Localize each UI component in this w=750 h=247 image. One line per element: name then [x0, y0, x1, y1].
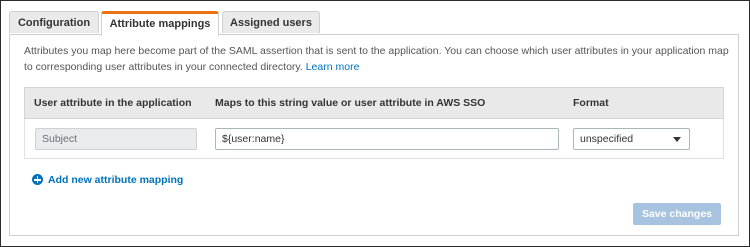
- header-maps-to: Maps to this string value or user attrib…: [215, 97, 486, 109]
- description-body: Attributes you map here become part of t…: [24, 45, 729, 73]
- table-row: Subject ${user:name} unspecified: [24, 119, 724, 159]
- tab-assigned-users[interactable]: Assigned users: [222, 11, 320, 33]
- plus-circle-icon: [32, 174, 43, 185]
- add-attribute-mapping-label: Add new attribute mapping: [48, 174, 184, 186]
- save-changes-button[interactable]: Save changes: [633, 203, 721, 225]
- description-text: Attributes you map here become part of t…: [24, 43, 734, 75]
- attribute-mappings-panel: Attributes you map here become part of t…: [9, 34, 739, 236]
- mapping-table-header: User attribute in the application Maps t…: [24, 87, 724, 119]
- maps-to-input[interactable]: ${user:name}: [215, 128, 559, 150]
- format-select-value: unspecified: [580, 133, 634, 145]
- tab-attribute-mappings[interactable]: Attribute mappings: [101, 11, 219, 36]
- format-select[interactable]: unspecified: [573, 128, 690, 150]
- attribute-mappings-window: Configuration Attribute mappings Assigne…: [0, 0, 750, 247]
- caret-down-icon: [673, 137, 681, 142]
- header-app-attribute: User attribute in the application: [34, 97, 192, 109]
- app-attribute-field: Subject: [35, 128, 197, 150]
- header-format: Format: [573, 97, 609, 109]
- learn-more-link[interactable]: Learn more: [306, 61, 360, 73]
- tab-configuration[interactable]: Configuration: [9, 11, 99, 33]
